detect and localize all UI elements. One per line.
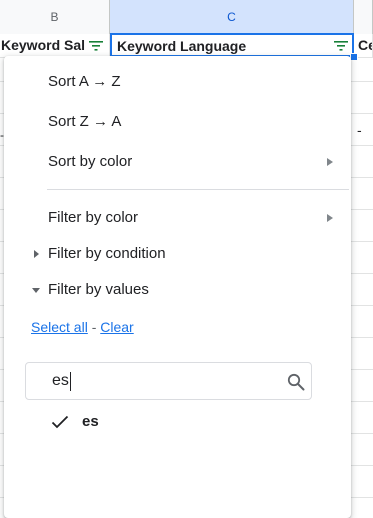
- expand-right-icon: [34, 250, 39, 258]
- cell-value: -: [357, 122, 362, 138]
- column-header-d[interactable]: [354, 0, 373, 34]
- column-header-row: B C: [0, 0, 373, 35]
- cell-d1-text: Ce: [358, 37, 372, 53]
- menu-item-label: Filter by color: [48, 209, 139, 226]
- clear-link[interactable]: Clear: [100, 319, 133, 335]
- search-icon[interactable]: [287, 373, 305, 391]
- value-option-label: es: [82, 413, 99, 430]
- column-header-b[interactable]: B: [0, 0, 110, 34]
- filter-icon[interactable]: [89, 40, 103, 52]
- cell-c1[interactable]: Keyword Language: [110, 33, 354, 57]
- menu-item-filter-by-condition[interactable]: Filter by condition: [4, 236, 351, 272]
- menu-item-label: Sort A → Z: [48, 73, 121, 90]
- submenu-arrow-icon: [327, 214, 333, 222]
- menu-item-label: Filter by values: [48, 281, 149, 298]
- text-caret: [70, 372, 71, 391]
- menu-item-label: Filter by condition: [48, 245, 166, 262]
- filter-icon[interactable]: [334, 40, 348, 52]
- select-all-link[interactable]: Select all: [31, 319, 88, 335]
- menu-item-filter-by-color[interactable]: Filter by color: [4, 200, 351, 236]
- cell-b1-text: Keyword Sal: [1, 37, 86, 53]
- menu-item-sort-by-color[interactable]: Sort by color: [4, 144, 351, 180]
- menu-item-sort-a-z[interactable]: Sort A → Z: [4, 64, 351, 100]
- value-option-es[interactable]: es: [51, 411, 301, 435]
- column-header-c[interactable]: C: [110, 0, 354, 34]
- menu-divider: [47, 189, 349, 190]
- submenu-arrow-icon: [327, 158, 333, 166]
- selection-fill-handle[interactable]: [350, 53, 358, 61]
- cell-c1-text: Keyword Language: [117, 38, 247, 54]
- checkmark-icon: [51, 415, 69, 429]
- menu-item-label: Sort Z → A: [48, 113, 122, 130]
- select-links: Select all - Clear: [31, 319, 134, 335]
- values-search-box[interactable]: [25, 362, 312, 400]
- filter-menu: Sort A → Z Sort Z → A Sort by color Filt…: [4, 56, 351, 518]
- menu-item-label: Sort by color: [48, 153, 133, 170]
- collapse-down-icon: [32, 288, 40, 293]
- data-header-row: Keyword Sal Keyword Language Ce: [0, 33, 373, 58]
- values-search-input[interactable]: [52, 371, 272, 391]
- menu-item-filter-by-values[interactable]: Filter by values: [4, 272, 351, 308]
- menu-item-sort-z-a[interactable]: Sort Z → A: [4, 104, 351, 140]
- link-separator: -: [91, 319, 97, 335]
